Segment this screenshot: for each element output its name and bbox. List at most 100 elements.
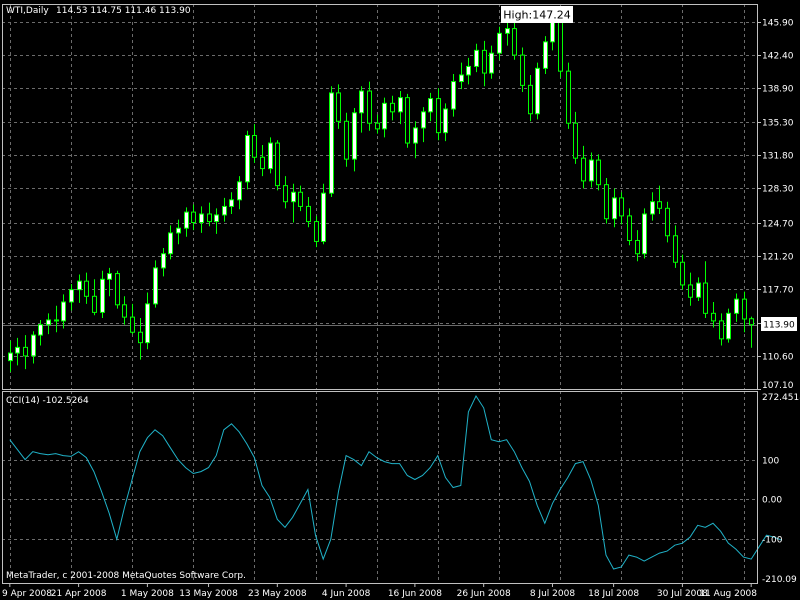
candle-bull bbox=[168, 232, 173, 255]
price-tick-label: 128.30 bbox=[762, 185, 794, 195]
chart-symbol-label: WTI,Daily bbox=[6, 6, 49, 16]
candle-bull bbox=[77, 280, 82, 291]
candle-bear bbox=[627, 215, 632, 241]
candle-bull bbox=[451, 81, 456, 110]
candle-bull bbox=[214, 214, 219, 223]
price-tick-label: 121.20 bbox=[762, 253, 794, 263]
candle-bear bbox=[604, 184, 609, 220]
candle-bear bbox=[680, 261, 685, 286]
candle-bull bbox=[650, 201, 655, 215]
candle-bear bbox=[92, 295, 97, 313]
candle-bear bbox=[260, 156, 265, 170]
candle-bear bbox=[635, 239, 640, 255]
candle-bull bbox=[352, 112, 357, 160]
candle-bull bbox=[145, 303, 150, 344]
candle-bull bbox=[382, 102, 387, 130]
candle-bull bbox=[428, 98, 433, 113]
candle-bull bbox=[642, 213, 647, 255]
candle-bear bbox=[54, 319, 59, 322]
candle-bull bbox=[245, 134, 250, 183]
price-tick-label: 124.70 bbox=[762, 220, 794, 230]
candle-bull bbox=[726, 312, 731, 340]
candle-bear bbox=[596, 159, 601, 186]
candle-bear bbox=[375, 122, 380, 130]
candle-bear bbox=[191, 211, 196, 224]
date-tick-label: 1 May 2008 bbox=[121, 589, 174, 599]
indicator-title: CCI(14) -102.5264 bbox=[6, 396, 89, 406]
price-tick-label: 117.70 bbox=[762, 286, 794, 296]
candle-bull bbox=[69, 289, 74, 303]
candle-bear bbox=[252, 134, 257, 158]
candle-bear bbox=[390, 102, 395, 113]
price-tick-label: 135.30 bbox=[762, 119, 794, 129]
candle-bear bbox=[436, 98, 441, 134]
candle-bear bbox=[298, 191, 303, 207]
candle-bear bbox=[367, 90, 372, 124]
indicator-tick-label: 272.4518 bbox=[762, 393, 800, 403]
date-tick-label: 21 Apr 2008 bbox=[51, 589, 107, 599]
candle-bear bbox=[657, 201, 662, 209]
candle-bull bbox=[199, 213, 204, 224]
price-tick-label: 107.10 bbox=[762, 381, 794, 391]
candle-bear bbox=[405, 97, 410, 144]
indicator-tick-label: 0.00 bbox=[762, 496, 782, 506]
candle-bull bbox=[61, 301, 66, 322]
candle-bull bbox=[15, 346, 20, 354]
candle-bull bbox=[321, 192, 326, 242]
candle-bull bbox=[474, 49, 479, 67]
high-price-label: High:147.24 bbox=[501, 6, 573, 23]
candle-bear bbox=[742, 298, 747, 320]
candle-bull bbox=[291, 191, 296, 203]
candle-bear bbox=[512, 28, 517, 56]
candle-bear bbox=[23, 346, 28, 357]
indicator-tick-label: 100 bbox=[762, 457, 779, 467]
date-tick-label: 13 May 2008 bbox=[179, 589, 238, 599]
price-tick-label: 110.60 bbox=[762, 353, 794, 363]
candle-bull bbox=[8, 352, 13, 362]
candle-bear bbox=[719, 320, 724, 340]
candle-bull bbox=[46, 319, 51, 326]
candle-bull bbox=[535, 67, 540, 115]
candle-bear bbox=[688, 284, 693, 298]
copyright-text: MetaTrader, c 2001-2008 MetaQuotes Softw… bbox=[6, 571, 246, 581]
candle-bull bbox=[696, 282, 701, 298]
candle-bull bbox=[505, 28, 510, 34]
candle-bear bbox=[115, 273, 120, 306]
date-tick-label: 16 Jun 2008 bbox=[388, 589, 442, 599]
candle-bear bbox=[306, 205, 311, 223]
candle-bear bbox=[749, 318, 754, 326]
candle-bull bbox=[589, 159, 594, 182]
candle-bear bbox=[520, 54, 525, 86]
candle-bear bbox=[336, 92, 341, 122]
price-tick-label: 145.90 bbox=[762, 19, 794, 29]
candle-bear bbox=[558, 16, 563, 72]
candle-bear bbox=[283, 185, 288, 203]
candle-bear bbox=[84, 280, 89, 297]
current-price-label: 113.90 bbox=[761, 317, 797, 331]
candle-bear bbox=[703, 282, 708, 314]
indicator-tick-label: -210.09 bbox=[762, 575, 797, 585]
candle-bull bbox=[38, 324, 43, 336]
candle-bull bbox=[176, 227, 181, 234]
candle-bear bbox=[711, 312, 716, 322]
date-tick-label: 11 Aug 2008 bbox=[699, 589, 757, 599]
date-tick-label: 26 Jun 2008 bbox=[457, 589, 511, 599]
candle-bear bbox=[130, 316, 135, 333]
candle-bull bbox=[489, 52, 494, 74]
candle-bull bbox=[413, 127, 418, 144]
candle-bull bbox=[459, 74, 464, 83]
candle-bear bbox=[207, 213, 212, 223]
price-tick-label: 142.40 bbox=[762, 52, 794, 62]
date-tick-label: 9 Apr 2008 bbox=[2, 589, 52, 599]
candle-bull bbox=[229, 199, 234, 207]
date-tick-label: 4 Jun 2008 bbox=[322, 589, 371, 599]
candle-bull bbox=[329, 92, 334, 194]
date-tick-label: 8 Jul 2008 bbox=[530, 589, 575, 599]
price-tick-label: 131.80 bbox=[762, 152, 794, 162]
candle-bear bbox=[344, 120, 349, 160]
candle-bull bbox=[734, 298, 739, 314]
candle-bull bbox=[268, 142, 273, 170]
candle-bull bbox=[359, 90, 364, 114]
candle-bear bbox=[619, 197, 624, 217]
candle-bull bbox=[398, 97, 403, 113]
